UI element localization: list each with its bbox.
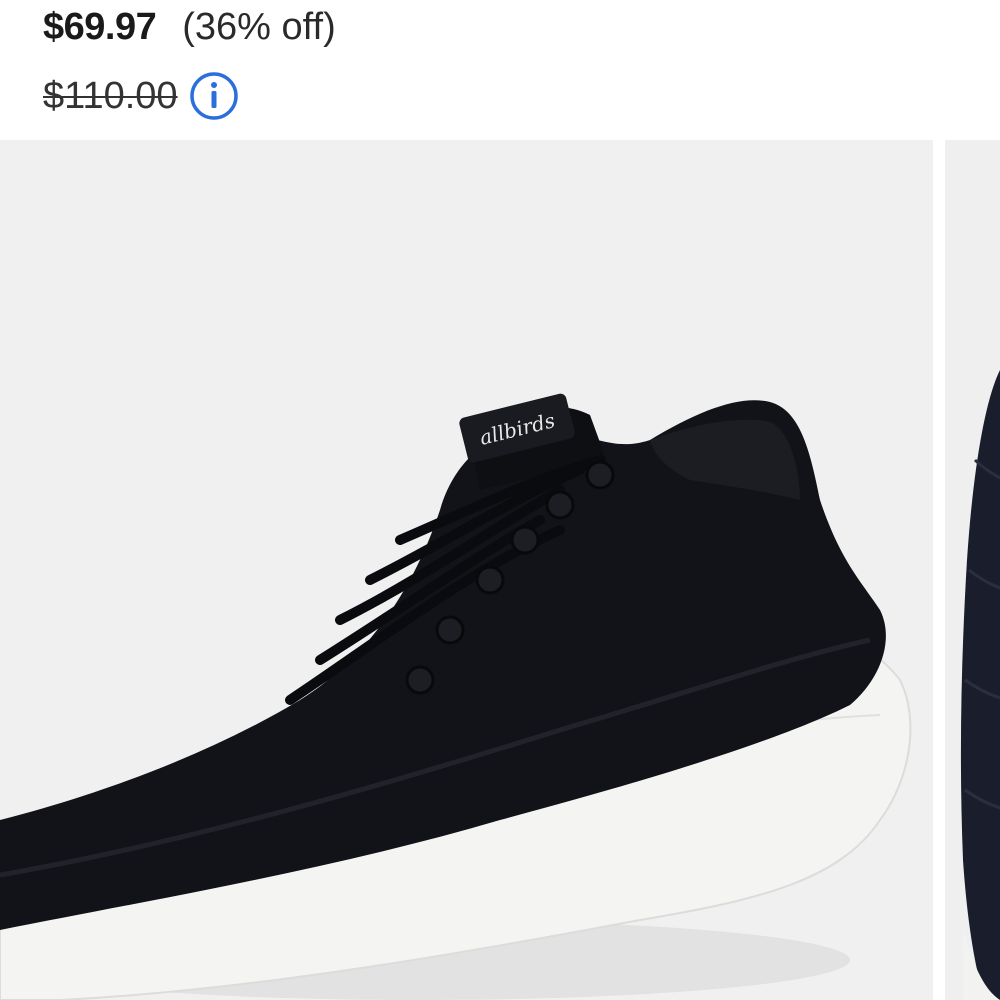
- original-price-row: $110.00: [43, 70, 240, 122]
- discount-percent: (36% off): [182, 6, 336, 48]
- product-image-main[interactable]: allbirds: [0, 140, 933, 1000]
- price-row: $69.97 (36% off): [43, 6, 336, 49]
- product-image-carousel[interactable]: allbirds: [0, 140, 1000, 1000]
- sale-price: $69.97: [43, 6, 157, 48]
- info-circle-icon[interactable]: [188, 70, 240, 122]
- product-image-next[interactable]: [945, 140, 1000, 1000]
- original-price: $110.00: [43, 74, 178, 117]
- price-section: $69.97 (36% off) $110.00: [0, 0, 1000, 140]
